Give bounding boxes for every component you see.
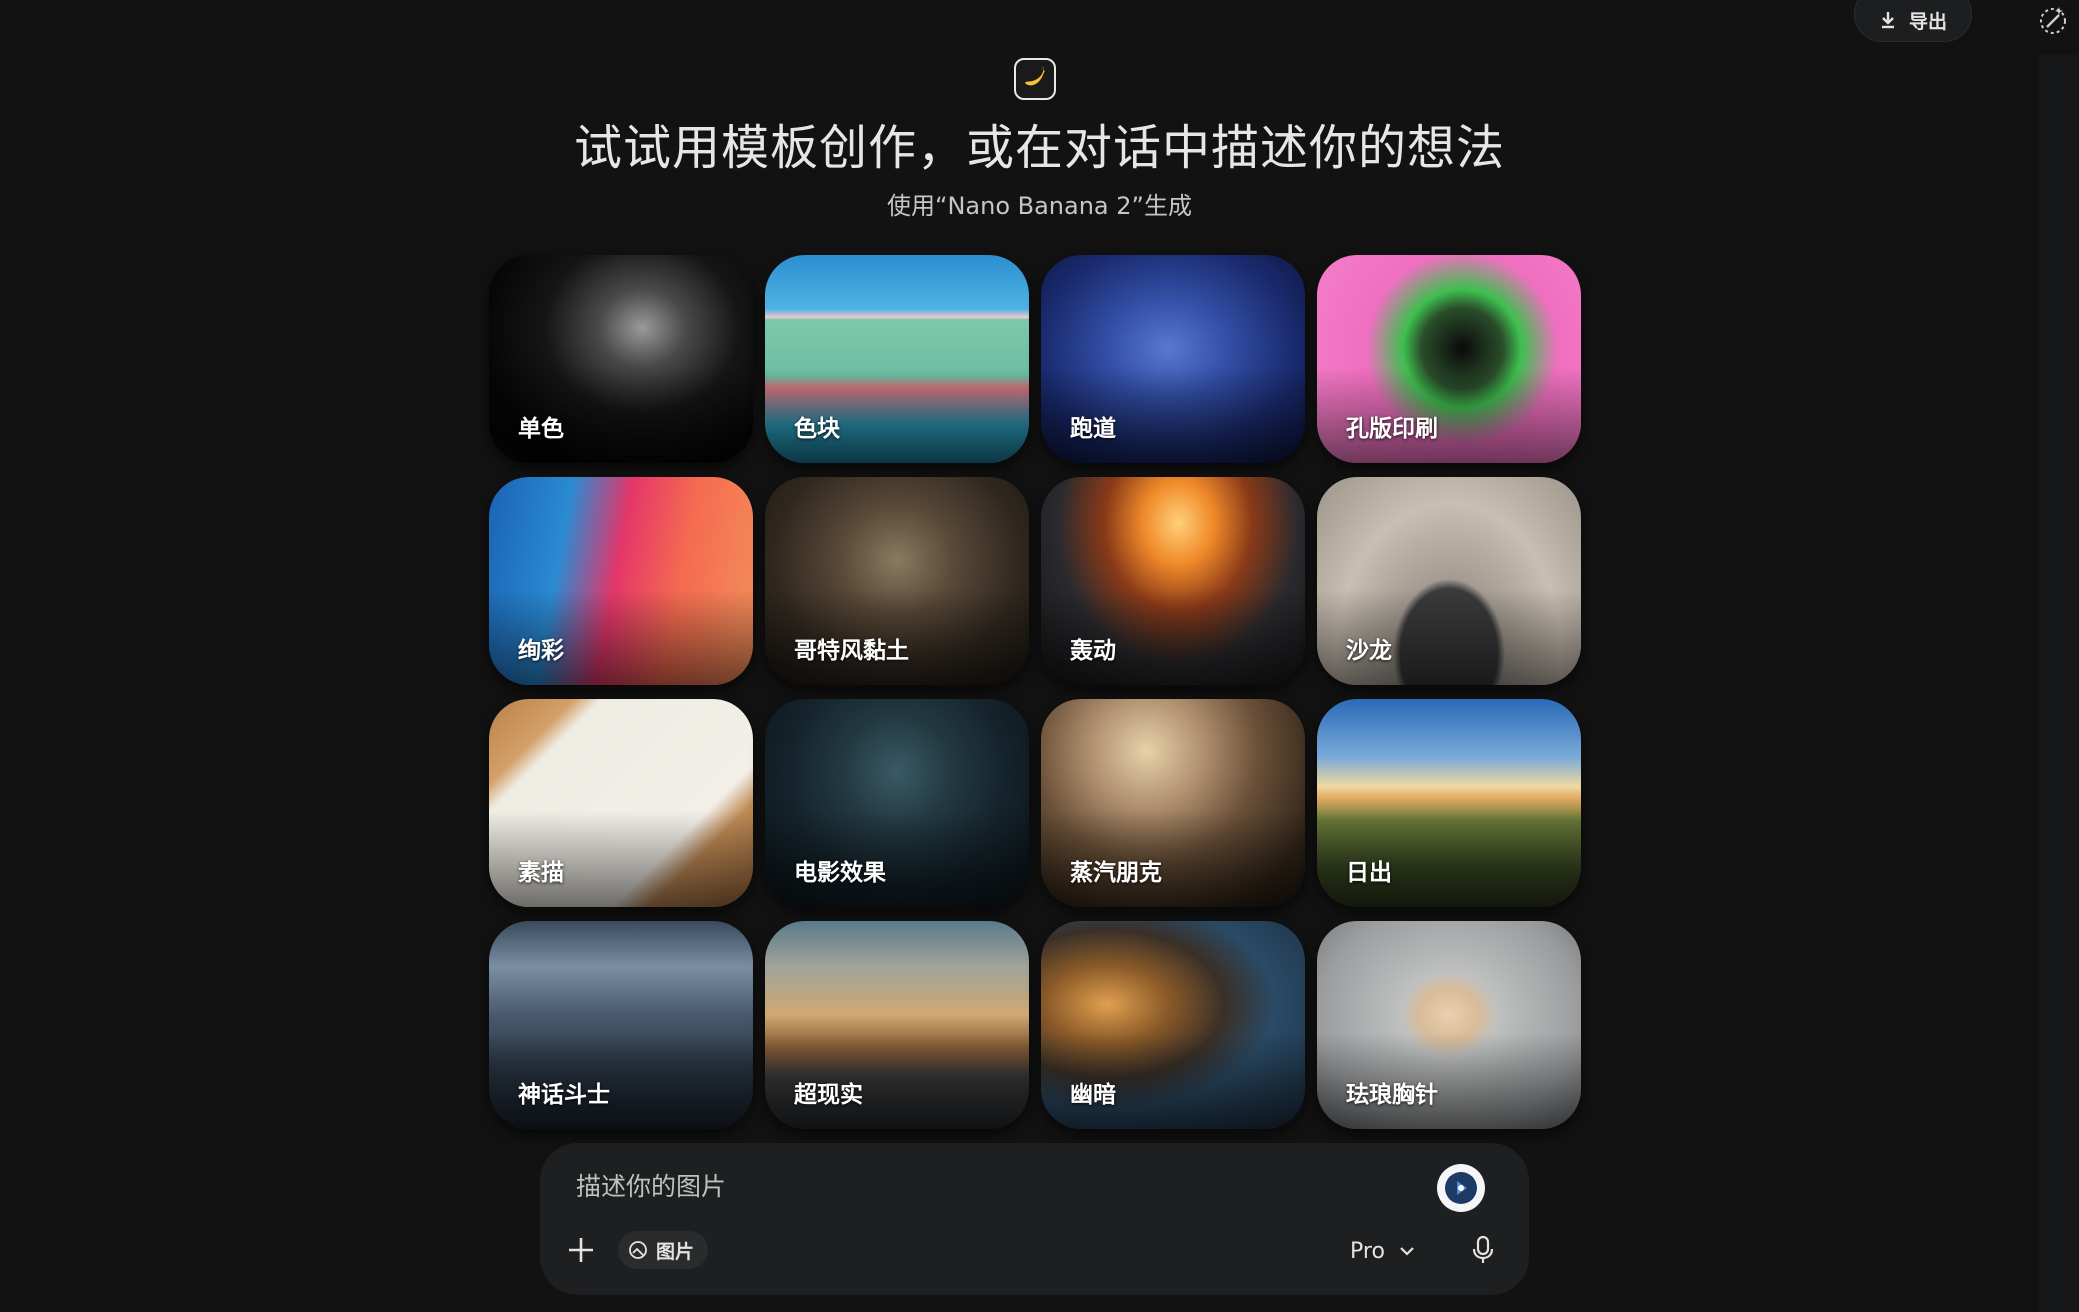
template-label: 沙龙 [1346,638,1392,664]
template-label: 跑道 [1070,416,1116,442]
template-card-color-block[interactable]: 色块 [765,255,1029,463]
plus-icon[interactable] [564,1233,598,1267]
template-card-stencil-print[interactable]: 孔版印刷 [1317,255,1581,463]
model-label: Pro [1350,1238,1385,1264]
template-label: 色块 [794,416,840,442]
template-card-mythic-warrior[interactable]: 神话斗士 [489,921,753,1129]
export-button[interactable]: 导出 [1854,0,1972,42]
template-label: 日出 [1346,860,1392,886]
template-label: 超现实 [794,1082,863,1108]
template-card-monochrome[interactable]: 单色 [489,255,753,463]
template-card-steampunk[interactable]: 蒸汽朋克 [1041,699,1305,907]
template-card-sunrise[interactable]: 日出 [1317,699,1581,907]
template-label: 哥特风黏土 [794,638,909,664]
send-button[interactable] [1437,1164,1485,1212]
edit-sparkle-icon[interactable] [2036,4,2070,38]
mic-icon [1472,1235,1494,1263]
prompt-composer: 图片 Pro [540,1143,1529,1295]
send-icon [1445,1172,1477,1204]
template-label: 孔版印刷 [1346,416,1438,442]
template-card-explosive[interactable]: 轰动 [1041,477,1305,685]
template-card-gothic-clay[interactable]: 哥特风黏土 [765,477,1029,685]
template-card-vivid[interactable]: 绚彩 [489,477,753,685]
model-selector[interactable]: Pro [1350,1233,1415,1269]
template-card-surreal[interactable]: 超现实 [765,921,1029,1129]
prompt-input[interactable] [574,1163,1398,1209]
template-label: 轰动 [1070,638,1116,664]
template-label: 神话斗士 [518,1082,610,1108]
template-label: 绚彩 [518,638,564,664]
page-title: 试试用模板创作，或在对话中描述你的想法 [573,120,1505,176]
template-card-runway[interactable]: 跑道 [1041,255,1305,463]
image-chip-label: 图片 [656,1240,695,1263]
template-label: 电影效果 [794,860,886,886]
template-grid: 单色 色块 跑道 孔版印刷 绚彩 哥特风黏土 轰动 沙龙 素描 电影效果 蒸汽朋… [489,255,1581,1129]
banana-icon [1014,58,1056,100]
template-card-enamel-pin[interactable]: 珐琅胸针 [1317,921,1581,1129]
chevron-down-icon [1400,1247,1414,1256]
template-card-cinematic[interactable]: 电影效果 [765,699,1029,907]
template-card-sketch[interactable]: 素描 [489,699,753,907]
download-icon [1881,12,1894,29]
export-label: 导出 [1908,10,1947,33]
template-label: 蒸汽朋克 [1070,860,1162,886]
template-label: 单色 [518,416,564,442]
right-side-rail [2039,55,2079,1312]
image-icon [629,1241,647,1259]
template-label: 珐琅胸针 [1346,1082,1438,1108]
image-chip[interactable]: 图片 [618,1231,709,1269]
template-label: 幽暗 [1070,1082,1116,1108]
mic-button[interactable] [1465,1231,1501,1269]
template-label: 素描 [518,860,564,886]
page-subtitle: 使用“Nano Banana 2”生成 [887,192,1192,220]
template-card-salon[interactable]: 沙龙 [1317,477,1581,685]
template-card-noir[interactable]: 幽暗 [1041,921,1305,1129]
